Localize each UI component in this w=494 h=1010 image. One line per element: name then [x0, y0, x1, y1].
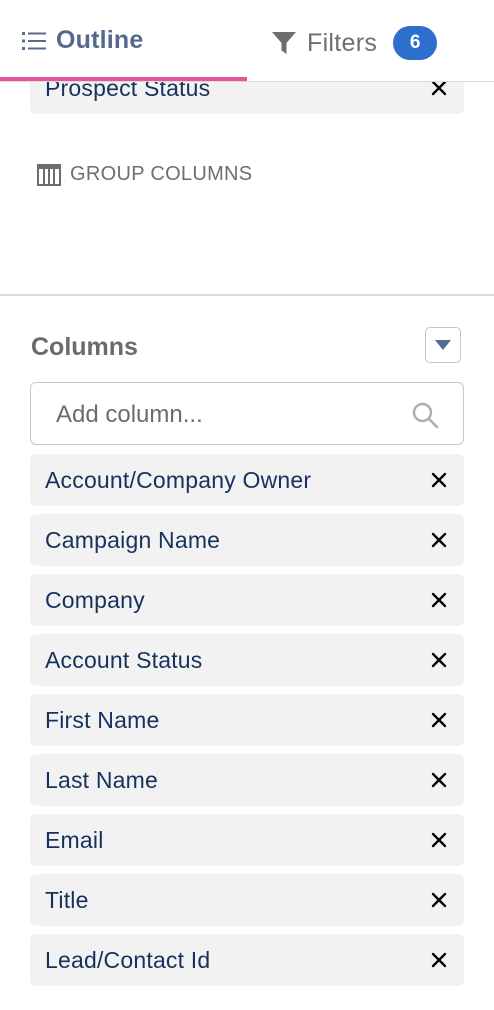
column-pill[interactable]: Company — [30, 574, 464, 626]
close-icon[interactable] — [430, 591, 448, 609]
panel-tabs: Outline Filters 6 — [0, 1, 494, 82]
list-icon — [22, 31, 46, 50]
filter-count-badge: 6 — [393, 26, 438, 60]
close-icon[interactable] — [430, 711, 448, 729]
column-pill[interactable]: Campaign Name — [30, 514, 464, 566]
close-icon[interactable] — [430, 651, 448, 669]
close-icon[interactable] — [430, 951, 448, 969]
tab-outline[interactable]: Outline — [0, 1, 247, 81]
tab-filters-label: Filters — [307, 28, 378, 57]
funnel-icon — [272, 32, 296, 54]
column-pill[interactable]: Account Status — [30, 634, 464, 686]
tab-filters[interactable]: Filters 6 — [247, 1, 494, 81]
column-pill-label: Company — [45, 586, 145, 613]
column-pill[interactable]: Email — [30, 814, 464, 866]
column-pill[interactable]: Title — [30, 874, 464, 926]
column-pill-label: Last Name — [45, 766, 159, 793]
close-icon[interactable] — [430, 831, 448, 849]
columns-menu-button[interactable] — [425, 327, 461, 363]
search-icon[interactable] — [411, 401, 439, 429]
close-icon[interactable] — [430, 771, 448, 789]
columns-section-title: Columns — [31, 333, 138, 361]
add-column-input[interactable] — [31, 383, 428, 446]
column-pill[interactable]: First Name — [30, 694, 464, 746]
column-pill-label: Lead/Contact Id — [45, 946, 211, 973]
group-columns-button[interactable]: GROUP COLUMNS — [37, 163, 252, 186]
close-icon[interactable] — [430, 531, 448, 549]
close-icon[interactable] — [430, 471, 448, 489]
column-pill[interactable]: Lead/Contact Id — [30, 934, 464, 986]
add-column-search — [30, 382, 464, 446]
column-pill-label: Title — [45, 886, 89, 913]
column-pill-label: Email — [45, 826, 104, 853]
caret-down-icon — [435, 340, 451, 350]
column-pill-label: Campaign Name — [45, 526, 221, 553]
columns-icon — [37, 163, 61, 186]
column-pill-label: Account Status — [45, 646, 203, 673]
column-pill-label: First Name — [45, 706, 160, 733]
column-pill[interactable]: Account/Company Owner — [30, 454, 464, 506]
close-icon[interactable] — [430, 891, 448, 909]
section-divider — [0, 294, 494, 296]
group-columns-label: GROUP COLUMNS — [70, 163, 253, 185]
active-tab-indicator — [0, 77, 247, 81]
column-pill[interactable]: Last Name — [30, 754, 464, 806]
column-pill-label: Account/Company Owner — [45, 466, 312, 493]
tab-outline-label: Outline — [56, 26, 144, 54]
